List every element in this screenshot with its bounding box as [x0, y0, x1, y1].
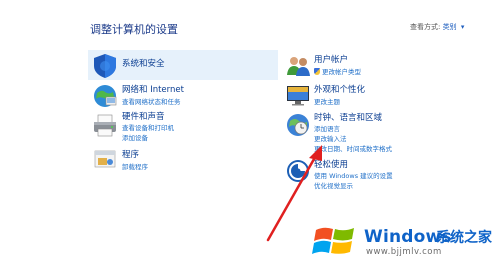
windows-logo-icon [312, 220, 358, 266]
watermark-url: www.bjjmlv.com [366, 247, 442, 257]
watermark-brand-cn: 系统之家 [436, 230, 492, 246]
